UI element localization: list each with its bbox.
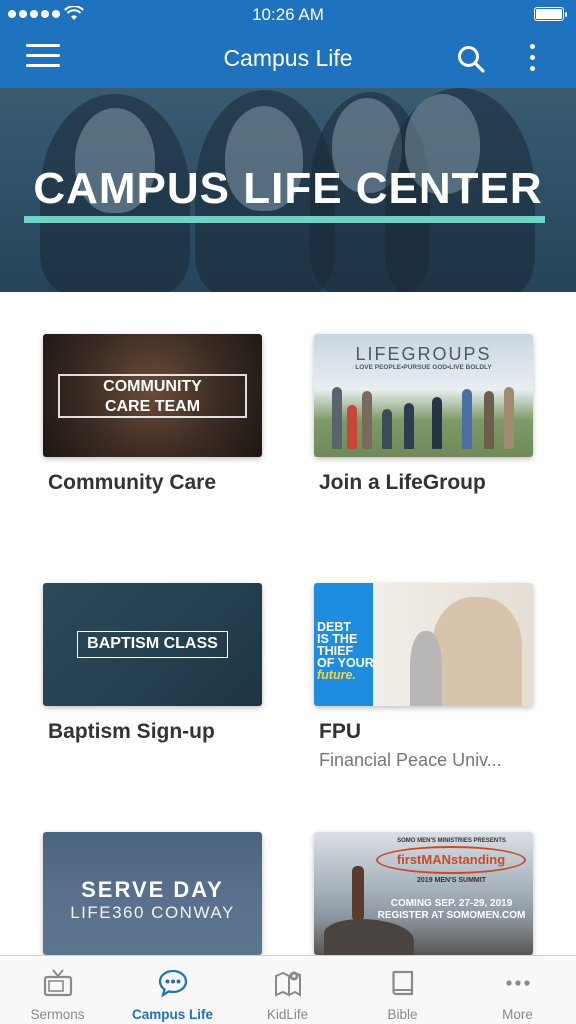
- more-dots-icon: [506, 980, 530, 986]
- tab-bible[interactable]: Bible: [345, 956, 460, 1024]
- tab-kidlife[interactable]: KidLife: [230, 956, 345, 1024]
- thumbnail-caption-box: BAPTISM CLASS: [77, 631, 228, 658]
- thumbnail-summit-text: 2019 MEN'S SUMMIT: [417, 877, 486, 884]
- first-man-standing-thumbnail: SOMO MEN'S MINISTRIES PRESENTS firstMANs…: [314, 832, 533, 955]
- thumbnail-text: DEBT IS THE THIEF OF YOUR future.: [317, 621, 374, 682]
- hero-underline: [24, 216, 545, 223]
- tab-label: Sermons: [30, 1007, 85, 1022]
- card-fpu[interactable]: DEBT IS THE THIEF OF YOUR future. FPU Fi…: [314, 583, 533, 771]
- thumbnail-text-line: future.: [317, 668, 356, 682]
- thumbnail-text-line: CARE TEAM: [104, 398, 201, 415]
- thumbnail-logo-text: LIFEGROUPS: [355, 344, 492, 364]
- community-care-thumbnail: COMMUNITY CARE TEAM: [43, 334, 262, 457]
- card-community-care[interactable]: COMMUNITY CARE TEAM Community Care: [43, 334, 262, 495]
- status-bar: 10:26 AM: [0, 0, 576, 30]
- hero-title: CAMPUS LIFE CENTER: [33, 164, 543, 213]
- card-serve-day[interactable]: SERVE DAY LIFE360 CONWAY: [43, 832, 262, 955]
- tab-label: More: [502, 1007, 533, 1022]
- map-pin-icon: [275, 971, 301, 997]
- thumbnail-caption-box: COMMUNITY CARE TEAM: [58, 374, 247, 418]
- card-subtitle: Financial Peace Univ...: [319, 750, 502, 770]
- hero-banner: CAMPUS LIFE CENTER: [0, 88, 576, 292]
- tab-sermons[interactable]: Sermons: [0, 956, 115, 1024]
- card-first-man-standing[interactable]: SOMO MEN'S MINISTRIES PRESENTS firstMANs…: [314, 832, 533, 955]
- thumbnail-presents-text: SOMO MEN'S MINISTRIES PRESENTS: [397, 838, 506, 844]
- lifegroups-thumbnail: LIFEGROUPS LOVE PEOPLE•PURSUE GOD•LIVE B…: [314, 334, 533, 457]
- card-title: Baptism Sign-up: [48, 720, 215, 743]
- thumbnail-text-line: COMMUNITY: [103, 378, 202, 395]
- tab-label: Campus Life: [131, 1007, 213, 1022]
- top-bar: 10:26 AM Campus Life: [0, 0, 576, 88]
- serve-day-thumbnail: SERVE DAY LIFE360 CONWAY: [43, 832, 262, 955]
- tab-more[interactable]: More: [460, 956, 575, 1024]
- battery-icon: [534, 7, 567, 21]
- book-icon: [392, 970, 414, 996]
- card-title: Join a LifeGroup: [319, 471, 486, 494]
- tab-label: KidLife: [266, 1007, 309, 1022]
- chat-bubble-icon: [158, 969, 188, 998]
- status-time: 10:26 AM: [252, 5, 324, 24]
- fpu-thumbnail: DEBT IS THE THIEF OF YOUR future.: [314, 583, 533, 706]
- card-title: FPU: [319, 720, 361, 743]
- bottom-tab-bar: Sermons Campus Life KidLife Bible More: [0, 955, 576, 1024]
- tv-icon: [43, 969, 73, 997]
- thumbnail-event-text: COMING SEP. 27-29, 2019 REGISTER AT SOMO…: [370, 898, 533, 922]
- baptism-class-thumbnail: BAPTISM CLASS: [43, 583, 262, 706]
- thumbnail-text-line: REGISTER AT SOMOMEN.COM: [377, 910, 526, 921]
- search-icon[interactable]: [456, 44, 486, 74]
- thumbnail-text-line: COMING SEP. 27-29, 2019: [390, 898, 513, 909]
- tab-label: Bible: [387, 1007, 418, 1022]
- page-title: Campus Life: [223, 45, 353, 71]
- thumbnail-brand-text: firstMANstanding: [376, 846, 526, 874]
- card-join-lifegroup[interactable]: LIFEGROUPS LOVE PEOPLE•PURSUE GOD•LIVE B…: [314, 334, 533, 495]
- thumbnail-text-line: LIFE360 CONWAY: [70, 903, 235, 922]
- thumbnail-tagline: LOVE PEOPLE•PURSUE GOD•LIVE BOLDLY: [355, 364, 492, 371]
- tab-campus-life[interactable]: Campus Life: [115, 956, 230, 1024]
- thumbnail-text-line: SERVE DAY: [81, 877, 224, 902]
- card-title: Community Care: [48, 471, 217, 494]
- overflow-menu-icon[interactable]: [520, 44, 544, 74]
- card-baptism-signup[interactable]: BAPTISM CLASS Baptism Sign-up: [43, 583, 262, 744]
